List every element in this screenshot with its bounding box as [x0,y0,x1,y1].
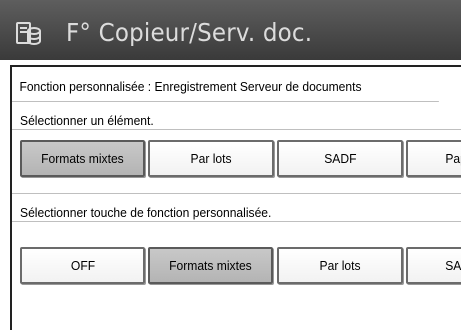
key-button-par-lots[interactable]: Par lots [277,247,403,284]
copier-server-icon [16,22,41,45]
button-label: Formats mixtes [41,151,124,166]
divider [12,221,461,222]
title-bar: F° Copieur/Serv. doc. [0,0,461,60]
item-button-par-lots[interactable]: Par lots [148,140,274,177]
button-label: SADF [323,151,357,166]
button-label: Papier [445,151,461,166]
key-button-sadf[interactable]: SADF [406,247,461,284]
item-button-sadf[interactable]: SADF [277,140,403,177]
button-label: SADF [445,258,461,273]
main-panel: Fonction personnalisée : Enregistrement … [10,65,461,330]
item-button-formats-mixtes[interactable]: Formats mixtes [20,140,145,177]
item-button-papier[interactable]: Papier [406,140,461,177]
button-label: OFF [70,258,95,273]
button-label: Formats mixtes [169,258,252,273]
select-item-label: Sélectionner un élément. [20,113,154,128]
page-header: Fonction personnalisée : Enregistrement … [12,73,439,102]
divider [12,129,461,130]
select-key-label: Sélectionner touche de fonction personna… [20,205,272,220]
window-title: F° Copieur/Serv. doc. [66,18,313,47]
key-button-formats-mixtes[interactable]: Formats mixtes [148,247,273,284]
divider [12,193,461,194]
key-button-off[interactable]: OFF [20,247,145,284]
button-label: Par lots [319,258,361,273]
button-label: Par lots [190,151,232,166]
